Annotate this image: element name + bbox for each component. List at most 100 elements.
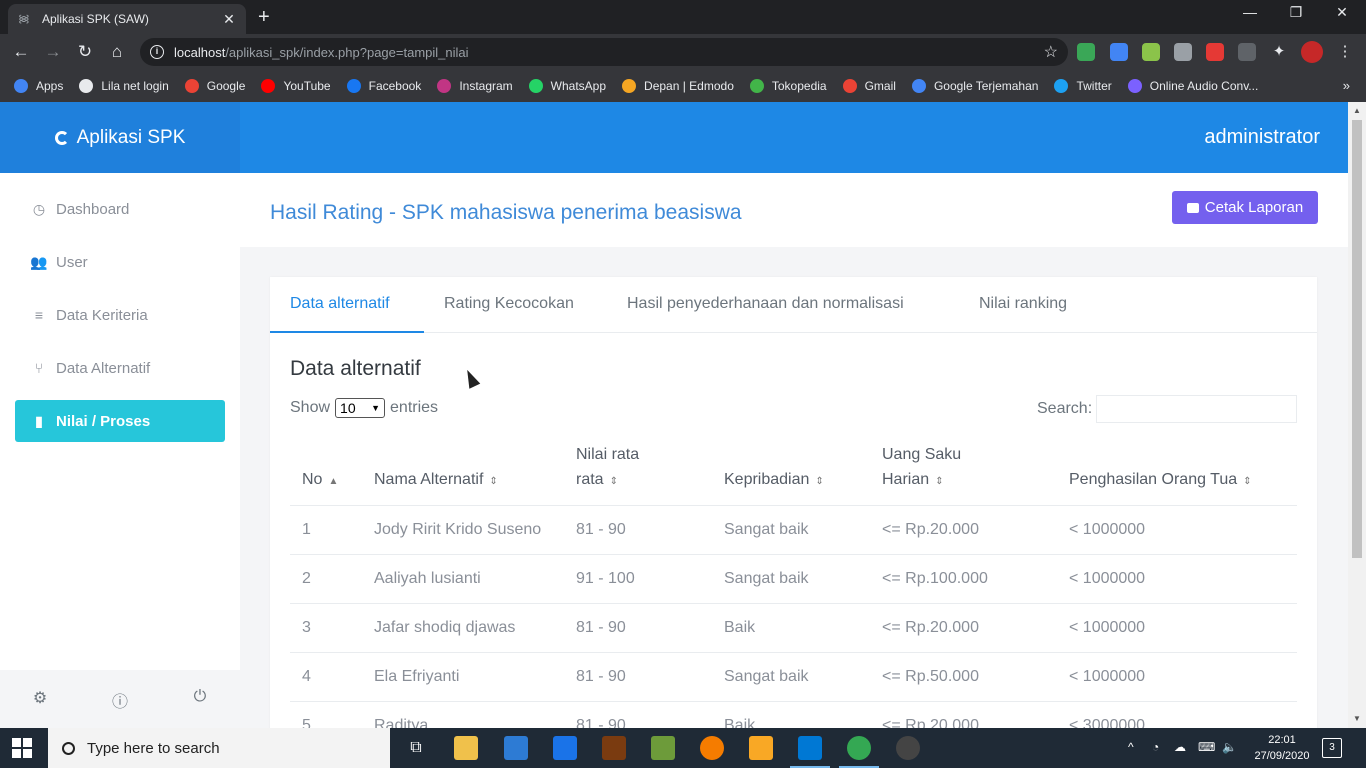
address-bar[interactable]: i localhost /aplikasi_spk/index.php?page… xyxy=(140,38,1068,66)
settings-icon[interactable]: ⚙ xyxy=(30,688,50,708)
puzzle-icon[interactable]: ✦ xyxy=(1270,43,1288,61)
forward-icon[interactable]: → xyxy=(42,41,64,63)
tab-normalisasi[interactable]: Hasil penyederhanaan dan normalisasi xyxy=(627,295,904,313)
sidebar-item-nilai-proses[interactable]: ▮ Nilai / Proses xyxy=(15,400,225,442)
sidebar-item-data-alternatif[interactable]: ⑂ Data Alternatif xyxy=(15,347,225,389)
tab-nilai-ranking[interactable]: Nilai ranking xyxy=(979,295,1067,313)
bookmark-item[interactable]: WhatsApp xyxy=(528,79,606,93)
translate-extension-icon[interactable] xyxy=(1110,43,1128,61)
table-cell: 81 - 90 xyxy=(576,717,626,728)
extension-icon[interactable] xyxy=(1077,43,1095,61)
chrome-icon[interactable] xyxy=(839,736,879,768)
bookmark-item[interactable]: Tokopedia xyxy=(749,79,827,93)
table-cell: 5 xyxy=(302,717,311,728)
bookmarks-overflow-icon[interactable]: » xyxy=(1343,78,1350,93)
restore-button[interactable]: ❐ xyxy=(1286,4,1306,21)
bookmark-item[interactable]: Lila net login xyxy=(79,79,169,93)
app-brand[interactable]: Aplikasi SPK xyxy=(0,102,240,173)
site-info-icon[interactable]: i xyxy=(150,45,164,59)
tab-data-alternatif[interactable]: Data alternatif xyxy=(290,295,390,313)
column-header[interactable]: Nama Alternatif ⇕ xyxy=(374,467,498,494)
taskbar-search-box[interactable]: Type here to search xyxy=(48,728,390,768)
vscode-icon[interactable] xyxy=(790,736,830,768)
home-icon[interactable]: ⌂ xyxy=(106,41,128,63)
tab-close-icon[interactable]: ✕ xyxy=(222,11,236,28)
store-icon[interactable] xyxy=(504,736,528,760)
tray-chevron-icon[interactable]: ^ xyxy=(1128,740,1134,754)
extension-icon[interactable] xyxy=(1142,43,1160,61)
column-header[interactable]: Nilai rata rata ⇕ xyxy=(576,442,639,494)
bookmark-favicon-icon xyxy=(437,79,452,93)
bookmark-item[interactable]: Facebook xyxy=(346,79,422,93)
back-icon[interactable]: ← xyxy=(10,41,32,63)
task-view-icon[interactable]: ⧉ xyxy=(404,736,428,760)
table-cell: < 1000000 xyxy=(1069,619,1146,636)
scroll-up-icon[interactable]: ▲ xyxy=(1352,106,1362,115)
print-report-button[interactable]: Cetak Laporan xyxy=(1172,191,1318,224)
volume-icon[interactable]: 🔈 xyxy=(1222,740,1237,754)
wifi-icon[interactable]: ◔ xyxy=(1152,740,1159,754)
taskbar-clock[interactable]: 22:01 27/09/2020 xyxy=(1252,732,1312,764)
onedrive-icon[interactable]: ☁ xyxy=(1174,740,1186,754)
blender-icon[interactable] xyxy=(700,736,724,760)
info-icon[interactable]: ⓘ xyxy=(110,688,130,711)
sort-icon: ⇕ xyxy=(935,476,944,487)
windows-start-button[interactable] xyxy=(12,738,32,758)
sidebar-item-dashboard[interactable]: ◷ Dashboard xyxy=(15,188,225,230)
bookmark-item[interactable]: Google xyxy=(184,79,245,93)
bookmark-item[interactable]: Gmail xyxy=(842,79,896,93)
column-header[interactable]: No ▲ xyxy=(302,467,338,494)
show-label: Show xyxy=(290,399,331,416)
windows-taskbar: Type here to search ⧉ ^ ◔ ☁ ⌨ 🔈 22:01 27… xyxy=(0,728,1366,768)
browser-tab[interactable]: ᯼ Aplikasi SPK (SAW) ✕ xyxy=(8,4,246,34)
bookmark-item[interactable]: Apps xyxy=(14,79,63,93)
new-tab-button[interactable]: + xyxy=(258,6,270,29)
notification-center-icon[interactable]: 3 xyxy=(1322,738,1342,758)
close-window-button[interactable]: ✕ xyxy=(1332,4,1352,21)
app-icon[interactable] xyxy=(602,736,626,760)
bookmark-item[interactable]: Online Audio Conv... xyxy=(1127,79,1258,93)
column-header[interactable]: Kepribadian ⇕ xyxy=(724,467,824,494)
bookmark-item[interactable]: Depan | Edmodo xyxy=(622,79,734,93)
bookmark-item[interactable]: Google Terjemahan xyxy=(911,79,1038,93)
bookmark-item[interactable]: Instagram xyxy=(437,79,513,93)
reload-icon[interactable]: ↻ xyxy=(74,41,96,63)
table-row: 1 Jody Ririt Krido Suseno 81 - 90 Sangat ba… xyxy=(290,505,1297,554)
extension-icon[interactable] xyxy=(1174,43,1192,61)
page-scrollbar[interactable]: ▲ ▼ xyxy=(1348,102,1366,728)
input-method-icon[interactable]: ⌨ xyxy=(1198,740,1215,754)
sort-icon: ⇕ xyxy=(1243,476,1252,487)
column-header-label: rata xyxy=(576,471,604,488)
bookmark-item[interactable]: Twitter xyxy=(1054,79,1112,93)
minimize-button[interactable]: — xyxy=(1240,4,1260,20)
obs-icon[interactable] xyxy=(896,736,920,760)
column-header-label: Nama Alternatif xyxy=(374,471,484,488)
bookmark-label: Tokopedia xyxy=(771,79,827,93)
bookmark-item[interactable]: YouTube xyxy=(261,79,331,93)
search-input[interactable] xyxy=(1096,395,1297,423)
print-report-label: Cetak Laporan xyxy=(1204,199,1304,216)
table-cell: Sangat baik xyxy=(724,521,809,538)
tab-rating-kecocokan[interactable]: Rating Kecocokan xyxy=(444,295,574,313)
section-title: Data alternatif xyxy=(290,357,421,380)
page-length-select[interactable]: 10 ▼ xyxy=(335,398,386,418)
minecraft-icon[interactable] xyxy=(651,736,675,760)
adblock-icon[interactable] xyxy=(1206,43,1224,61)
sublime-icon[interactable] xyxy=(749,736,773,760)
sidebar-item-data-keriteria[interactable]: ≡ Data Keriteria xyxy=(15,294,225,336)
file-explorer-icon[interactable] xyxy=(454,736,478,760)
sidebar-item-user[interactable]: 👥 User xyxy=(15,241,225,283)
bookmark-star-icon[interactable]: ☆ xyxy=(1044,42,1058,62)
mail-icon[interactable] xyxy=(553,736,577,760)
favicon-icon: ᯼ xyxy=(18,13,30,25)
menu-icon[interactable]: ⋮ xyxy=(1336,43,1354,61)
column-header[interactable]: Penghasilan Orang Tua ⇕ xyxy=(1069,467,1252,494)
user-name[interactable]: administrator xyxy=(1204,126,1320,149)
profile-avatar[interactable] xyxy=(1301,41,1323,63)
bookmark-label: Facebook xyxy=(368,79,422,93)
scrollbar-thumb[interactable] xyxy=(1352,120,1362,558)
column-header[interactable]: Uang Saku Harian ⇕ xyxy=(882,442,961,494)
scroll-down-icon[interactable]: ▼ xyxy=(1352,714,1362,723)
extension-icon[interactable] xyxy=(1238,43,1256,61)
power-icon[interactable]: ⏻ xyxy=(190,688,210,708)
